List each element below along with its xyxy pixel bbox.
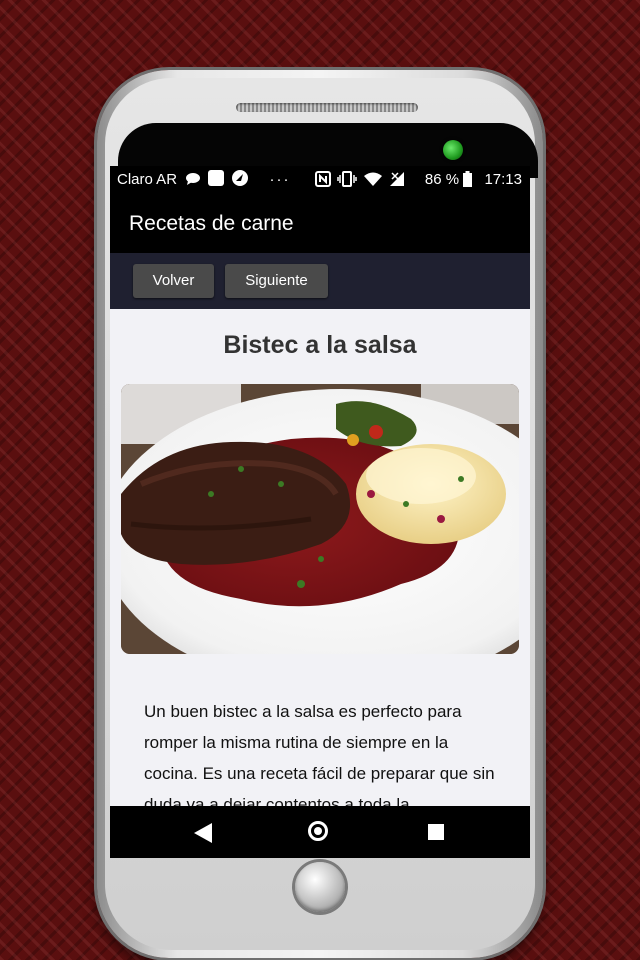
chat-bubble-icon [186,173,200,185]
system-nav-bar [110,806,530,858]
earpiece-speaker [236,103,418,112]
wifi-icon [364,172,383,186]
notification-led [443,140,463,160]
status-bar: Claro AR ··· 86 % 17:13 [110,166,530,193]
nav-home-icon[interactable] [308,821,328,841]
carrier-name: Claro AR [117,171,178,188]
hardware-home-button[interactable] [295,862,345,912]
steak-illustration [121,384,519,654]
recipe-photo [121,384,519,654]
back-button[interactable]: Volver [133,264,214,298]
clock: 17:13 [484,171,522,188]
recipe-toolbar: Volver Siguiente [110,253,530,309]
app-bar: Recetas de carne [110,193,530,253]
nav-recent-apps-icon[interactable] [428,824,444,840]
cell-signal-icon [390,172,405,186]
app-square-icon [208,170,225,186]
battery-percent: 86 % [424,171,460,188]
status-right: 86 % 17:13 [425,166,522,193]
phone-screen: Claro AR ··· 86 % 17:13 Recetas de carne… [110,166,530,858]
recipe-description: Un buen bistec a la salsa es perfecto pa… [144,702,495,814]
recipe-content[interactable]: Bistec a la salsa Un buen bistec a la sa… [110,309,530,814]
more-notifications: ··· [269,171,291,188]
navigation-icon [232,170,249,186]
status-icons: ··· [185,166,405,193]
recipe-title: Bistec a la salsa [223,331,417,359]
nav-back-icon[interactable] [194,823,212,843]
app-title: Recetas de carne [129,212,294,235]
next-button[interactable]: Siguiente [225,264,328,298]
vibrate-icon [337,171,357,187]
battery-icon [463,171,473,187]
nfc-icon [314,171,331,187]
